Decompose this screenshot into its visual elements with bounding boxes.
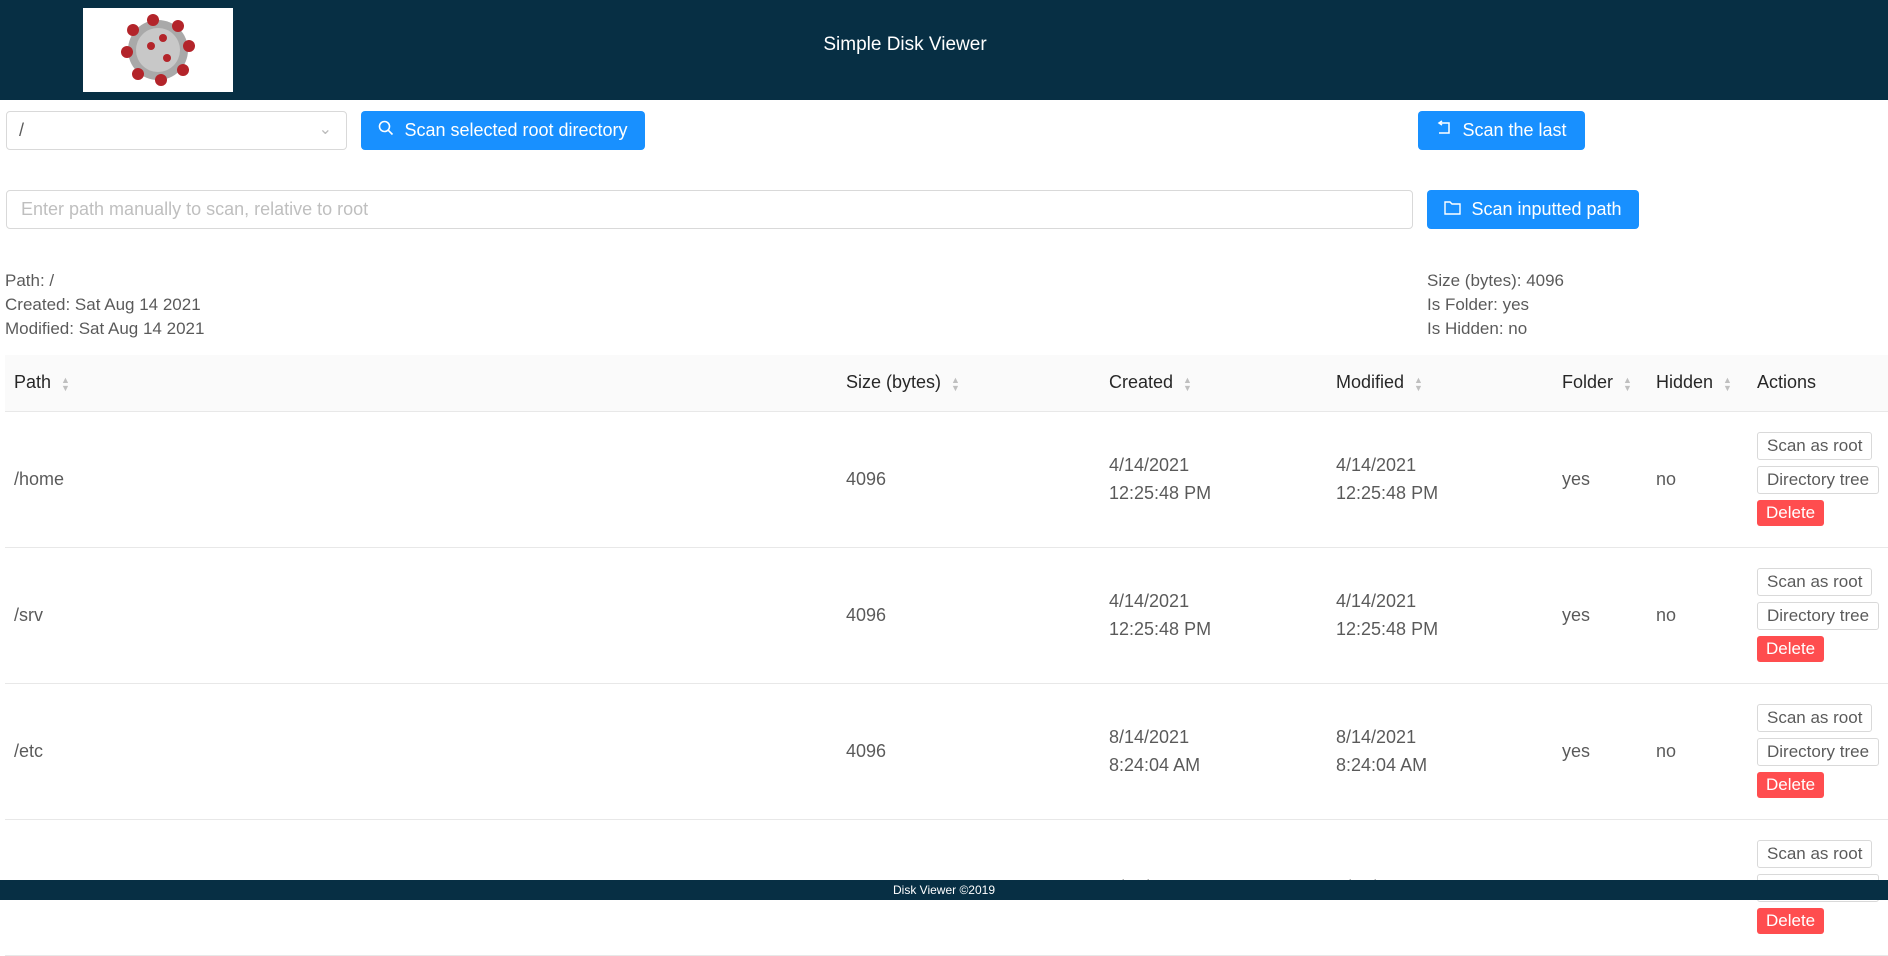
hidden-text: no <box>1656 605 1677 625</box>
delete-button[interactable]: Delete <box>1757 772 1825 798</box>
cell-hidden: no <box>1647 547 1748 684</box>
scan-as-root-button[interactable]: Scan as root <box>1757 840 1873 868</box>
delete-button[interactable]: Delete <box>1757 908 1825 934</box>
cell-path: /srv <box>5 547 837 684</box>
column-created[interactable]: Created ▲ ▼ <box>1100 355 1327 412</box>
cell-created: 4/14/2021 12:25:48 PM <box>1100 547 1327 684</box>
column-modified[interactable]: Modified ▲ ▼ <box>1327 355 1553 412</box>
cell-actions: Scan as root Directory tree Delete <box>1748 411 1888 548</box>
info-right: Size (bytes): 4096 Is Folder: yes Is Hid… <box>1427 269 1564 341</box>
table-row: /etc 4096 8/14/2021 8:24:04 AM 8/14/2021 8:24… <box>5 683 1888 820</box>
delete-button[interactable]: Delete <box>1757 636 1825 662</box>
info-size: Size (bytes): 4096 <box>1427 271 1565 290</box>
cell-size: 4096 <box>837 411 1100 548</box>
info-left: Path: / Created: Sat Aug 14 2021 Modifie… <box>5 269 204 341</box>
folder-icon <box>1444 199 1462 220</box>
cell-actions: Scan as root Directory tree Delete <box>1748 547 1888 684</box>
scan-as-root-button[interactable]: Scan as root <box>1757 432 1873 460</box>
hidden-text: no <box>1656 469 1677 489</box>
app-title: Simple Disk Viewer <box>823 34 987 55</box>
undo-icon <box>1436 120 1452 141</box>
delete-button[interactable]: Delete <box>1757 500 1825 526</box>
scan-as-root-button[interactable]: Scan as root <box>1757 568 1873 596</box>
info-is-folder: Is Folder: yes <box>1427 295 1530 314</box>
cell-hidden: no <box>1647 683 1748 820</box>
directory-tree-button[interactable]: Directory tree <box>1757 738 1880 766</box>
modified-date: 8/14/2021 <box>1336 727 1417 747</box>
sort-icon[interactable]: ▲ ▼ <box>1723 375 1732 392</box>
created-time: 12:25:48 PM <box>1109 483 1212 503</box>
scan-last-button[interactable]: Scan the last <box>1418 111 1585 150</box>
column-size[interactable]: Size (bytes) ▲ ▼ <box>837 355 1100 412</box>
created-date: 4/14/2021 <box>1109 591 1190 611</box>
sort-icon[interactable]: ▲ ▼ <box>1414 375 1423 392</box>
size-text: 4096 <box>846 741 887 761</box>
cell-created: 4/14/2021 12:25:48 PM <box>1100 411 1327 548</box>
cell-created: 8/14/2021 8:24:04 AM <box>1100 683 1327 820</box>
cell-path: /etc <box>5 683 837 820</box>
hidden-text: no <box>1656 741 1677 761</box>
size-text: 4096 <box>846 469 887 489</box>
size-text: 4096 <box>846 605 887 625</box>
table-row: /srv 4096 4/14/2021 12:25:48 PM 4/14/2021 12:… <box>5 547 1888 684</box>
scan-root-label: Scan selected root directory <box>404 120 628 140</box>
modified-time: 12:25:48 PM <box>1336 619 1439 639</box>
cell-folder: yes <box>1553 547 1647 684</box>
scan-input-label: Scan inputted path <box>1471 199 1622 219</box>
scan-root-button[interactable]: Scan selected root directory <box>361 111 645 150</box>
directory-tree-button[interactable]: Directory tree <box>1757 602 1880 630</box>
info-is-hidden: Is Hidden: no <box>1427 319 1528 338</box>
path-text: /etc <box>14 741 44 761</box>
info-modified: Modified: Sat Aug 14 2021 <box>5 319 205 338</box>
scan-as-root-button[interactable]: Scan as root <box>1757 704 1873 732</box>
cell-folder: yes <box>1553 411 1647 548</box>
folder-text: yes <box>1562 469 1591 489</box>
created-date: 8/14/2021 <box>1109 727 1190 747</box>
app-header: Simple Disk Viewer <box>0 0 1888 100</box>
search-icon <box>378 120 394 141</box>
files-table: Path ▲ ▼ Size (bytes) ▲ ▼ Created ▲ ▼ Modified… <box>5 355 1888 956</box>
path-text: /home <box>14 469 65 489</box>
folder-text: yes <box>1562 741 1591 761</box>
footer: Disk Viewer ©2019 <box>0 880 1888 900</box>
sort-icon[interactable]: ▲ ▼ <box>1623 375 1632 392</box>
info-created: Created: Sat Aug 14 2021 <box>5 295 201 314</box>
directory-tree-button[interactable]: Directory tree <box>1757 466 1880 494</box>
created-time: 12:25:48 PM <box>1109 619 1212 639</box>
sort-icon[interactable]: ▲ ▼ <box>951 375 960 392</box>
root-directory-select[interactable]: / ⌄ <box>6 111 347 150</box>
column-folder[interactable]: Folder ▲ ▼ <box>1553 355 1647 412</box>
modified-date: 4/14/2021 <box>1336 591 1417 611</box>
sort-icon[interactable]: ▲ ▼ <box>1183 375 1192 392</box>
cell-size: 4096 <box>837 547 1100 684</box>
cell-path: /home <box>5 411 837 548</box>
path-text: /srv <box>14 605 43 625</box>
column-actions: Actions <box>1748 355 1888 412</box>
root-select-value: / <box>19 120 25 140</box>
created-date: 4/14/2021 <box>1109 455 1190 475</box>
path-input[interactable] <box>6 190 1413 229</box>
modified-time: 12:25:48 PM <box>1336 483 1439 503</box>
cell-hidden: no <box>1647 411 1748 548</box>
modified-date: 4/14/2021 <box>1336 455 1417 475</box>
sort-icon[interactable]: ▲ ▼ <box>61 375 70 392</box>
table-row: /home 4096 4/14/2021 12:25:48 PM 4/14/2021 12… <box>5 411 1888 548</box>
scan-input-button[interactable]: Scan inputted path <box>1427 190 1639 229</box>
column-path[interactable]: Path ▲ ▼ <box>5 355 837 412</box>
created-time: 8:24:04 AM <box>1109 755 1201 775</box>
scan-last-label: Scan the last <box>1462 120 1567 140</box>
cell-modified: 8/14/2021 8:24:04 AM <box>1327 683 1553 820</box>
column-hidden[interactable]: Hidden ▲ ▼ <box>1647 355 1748 412</box>
cell-modified: 4/14/2021 12:25:48 PM <box>1327 547 1553 684</box>
cell-folder: yes <box>1553 683 1647 820</box>
cell-actions: Scan as root Directory tree Delete <box>1748 683 1888 820</box>
info-path: Path: / <box>5 271 55 290</box>
folder-text: yes <box>1562 605 1591 625</box>
modified-time: 8:24:04 AM <box>1336 755 1428 775</box>
cell-modified: 4/14/2021 12:25:48 PM <box>1327 411 1553 548</box>
chevron-down-icon: ⌄ <box>318 121 332 138</box>
cell-size: 4096 <box>837 683 1100 820</box>
